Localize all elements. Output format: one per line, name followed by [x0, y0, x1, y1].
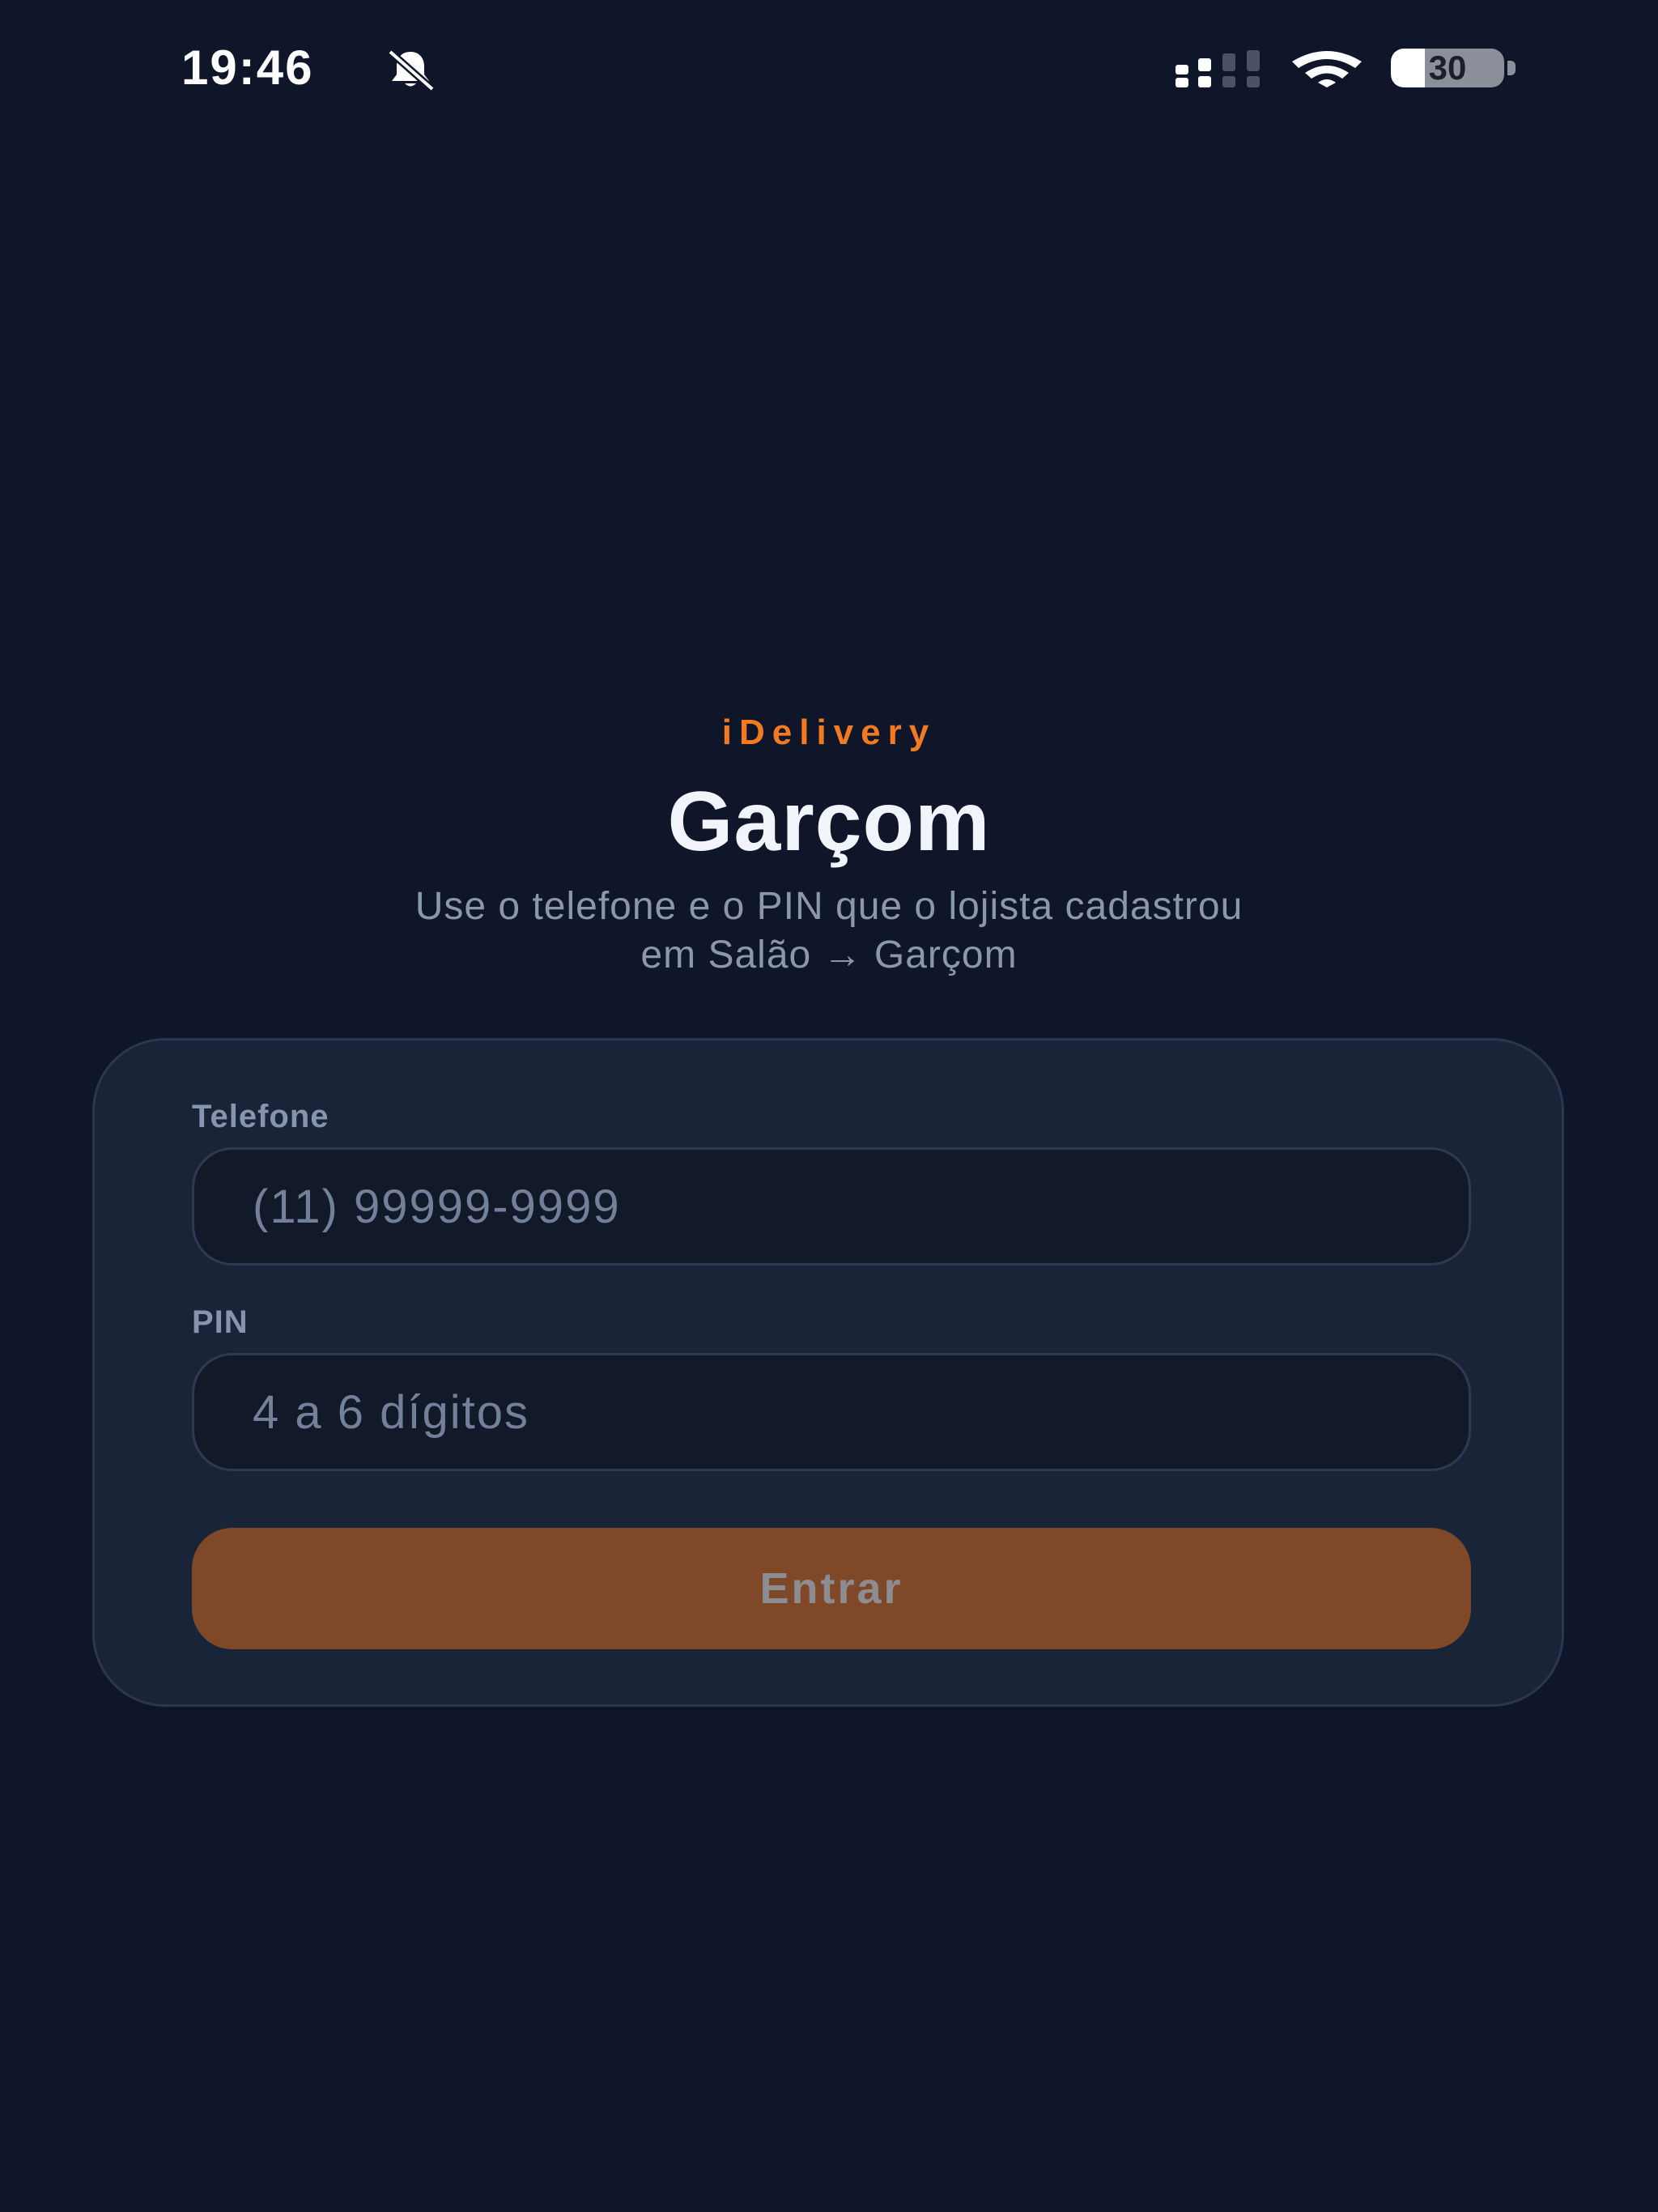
signal-icon — [1175, 50, 1260, 87]
battery-icon: 30 — [1391, 49, 1519, 87]
battery-tip — [1507, 61, 1516, 75]
bell-off-icon — [388, 49, 435, 91]
status-time: 19:46 — [181, 40, 314, 95]
brand-label: iDelivery — [721, 713, 937, 752]
phone-label: Telefone — [192, 1099, 329, 1134]
status-bar: 19:46 30 — [0, 0, 1658, 138]
battery-body: 30 — [1391, 49, 1504, 87]
phone-input[interactable] — [192, 1147, 1471, 1266]
battery-level: 30 — [1428, 49, 1467, 87]
subtitle-line-2: em Salão → Garçom — [640, 934, 1018, 976]
pin-input[interactable] — [192, 1353, 1471, 1471]
subtitle: Use o telefone e o PIN que o lojista cad… — [222, 883, 1436, 980]
login-card: Telefone PIN Entrar — [92, 1038, 1564, 1707]
page-title: Garçom — [667, 775, 991, 869]
pin-label: PIN — [192, 1304, 249, 1340]
login-screen: 19:46 30 iDelivery Garçom Use o telefone… — [0, 0, 1658, 2212]
wifi-icon — [1292, 51, 1362, 87]
subtitle-line-1: Use o telefone e o PIN que o lojista cad… — [414, 885, 1244, 928]
login-button[interactable]: Entrar — [192, 1528, 1471, 1649]
